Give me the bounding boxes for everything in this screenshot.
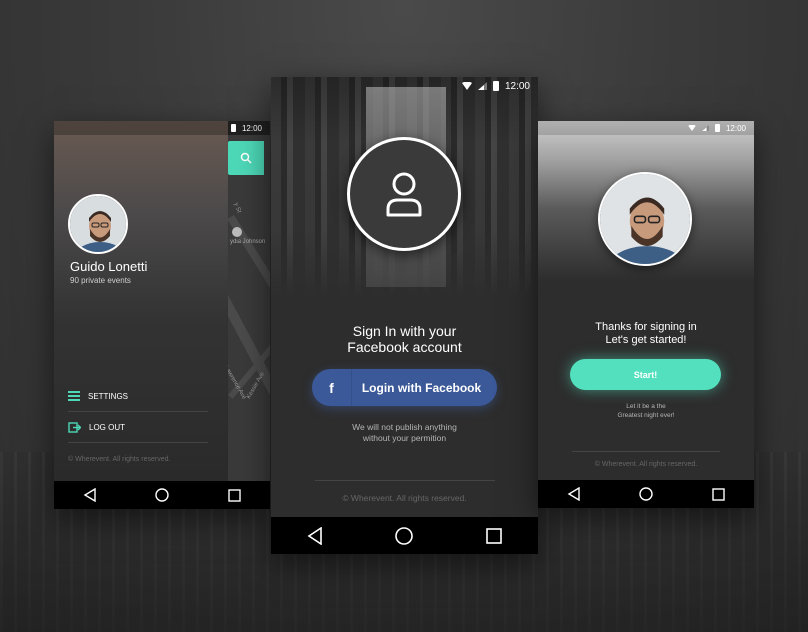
divider	[315, 480, 495, 481]
facebook-icon: f	[312, 369, 352, 406]
welcome-line1: Thanks for signing in	[595, 321, 697, 333]
signin-title-line2: Facebook account	[347, 339, 462, 355]
map-label: y St	[232, 202, 242, 214]
signin-title: Sign In with your Facebook account	[271, 323, 538, 355]
menu-item-settings[interactable]: SETTINGS	[68, 384, 208, 408]
status-time: 12:00	[725, 123, 746, 133]
signal-icon	[702, 125, 709, 131]
recents-icon	[712, 487, 725, 501]
avatar	[598, 172, 692, 266]
menu-item-label: SETTINGS	[88, 391, 129, 401]
map-view[interactable]: y St ydia Johnson Lawrence Ave Kessie Av…	[219, 135, 270, 495]
battery-icon	[230, 124, 236, 132]
back-button[interactable]	[83, 488, 97, 502]
status-bar: 12:00	[54, 121, 270, 135]
recents-button[interactable]	[712, 487, 725, 501]
profile-placeholder	[347, 137, 461, 251]
home-button[interactable]	[395, 526, 414, 545]
recents-icon	[486, 527, 502, 544]
menu-item-logout[interactable]: LOG OUT	[68, 415, 208, 439]
battery-icon	[492, 81, 499, 91]
facebook-button-label: Login with Facebook	[361, 380, 482, 395]
map-label: ydia Johnson	[230, 239, 266, 245]
home-icon	[395, 526, 414, 545]
copyright-text: © Wherevent. All rights reserved.	[594, 461, 698, 468]
wifi-icon	[461, 82, 472, 90]
back-button[interactable]	[567, 487, 581, 501]
welcome-message: Thanks for signing in Let's get started!	[538, 321, 754, 347]
signin-title-line1: Sign In with your	[352, 323, 457, 339]
user-photo	[600, 174, 690, 264]
avatar	[68, 194, 128, 254]
recents-button[interactable]	[228, 488, 241, 502]
phone-center-signin-screen: 12:00 Sign In with your Facebook account…	[271, 77, 538, 554]
privacy-note-line1: We will not publish anything	[352, 422, 457, 432]
battery-icon	[714, 124, 720, 132]
user-icon	[386, 172, 422, 217]
privacy-note: We will not publish anything without you…	[271, 422, 538, 444]
menu-item-label: LOG OUT	[89, 422, 126, 432]
home-icon	[639, 487, 654, 501]
start-button[interactable]: Start!	[570, 359, 721, 390]
back-icon	[83, 488, 96, 502]
divider	[572, 451, 720, 452]
phone-right-welcome-screen: 12:00 Thanks for signing in Let's get st…	[538, 121, 754, 508]
home-button[interactable]	[155, 488, 170, 502]
android-nav-bar	[538, 480, 754, 508]
user-name: Guido Lonetti	[70, 259, 148, 274]
tagline-line2: Greatest night ever!	[617, 412, 675, 419]
status-bar: 12:00	[538, 121, 754, 135]
recents-icon	[228, 488, 241, 502]
back-button[interactable]	[307, 526, 323, 545]
tagline-line1: Let it be a the	[626, 403, 666, 410]
divider	[68, 411, 208, 412]
home-icon	[155, 488, 170, 502]
back-icon	[307, 526, 322, 545]
signal-icon	[477, 82, 487, 90]
copyright-text: © Wherevent. All rights reserved.	[68, 456, 171, 463]
status-time: 12:00	[504, 80, 530, 92]
search-icon	[240, 152, 252, 164]
copyright-text: © Wherevent. All rights reserved.	[342, 493, 467, 503]
user-event-count: 90 private events	[70, 276, 131, 285]
recents-button[interactable]	[486, 527, 502, 544]
status-time: 12:00	[241, 123, 262, 133]
tagline: Let it be a the Greatest night ever!	[538, 402, 754, 420]
wifi-icon	[688, 125, 696, 131]
hamburger-icon	[68, 391, 80, 401]
privacy-note-line2: without your permition	[362, 433, 447, 443]
divider	[68, 442, 208, 443]
welcome-line2: Let's get started!	[605, 334, 687, 346]
login-with-facebook-button[interactable]: f Login with Facebook	[312, 369, 497, 406]
phone-left-drawer-screen: y St ydia Johnson Lawrence Ave Kessie Av…	[54, 121, 270, 509]
map-pin-icon	[232, 227, 242, 237]
user-photo	[70, 196, 126, 252]
logout-icon	[68, 421, 81, 433]
android-nav-bar	[271, 517, 538, 554]
status-bar: 12:00	[271, 77, 538, 95]
home-button[interactable]	[639, 487, 654, 501]
back-icon	[567, 487, 580, 501]
android-nav-bar	[54, 481, 270, 509]
map-search-button[interactable]	[228, 141, 264, 175]
